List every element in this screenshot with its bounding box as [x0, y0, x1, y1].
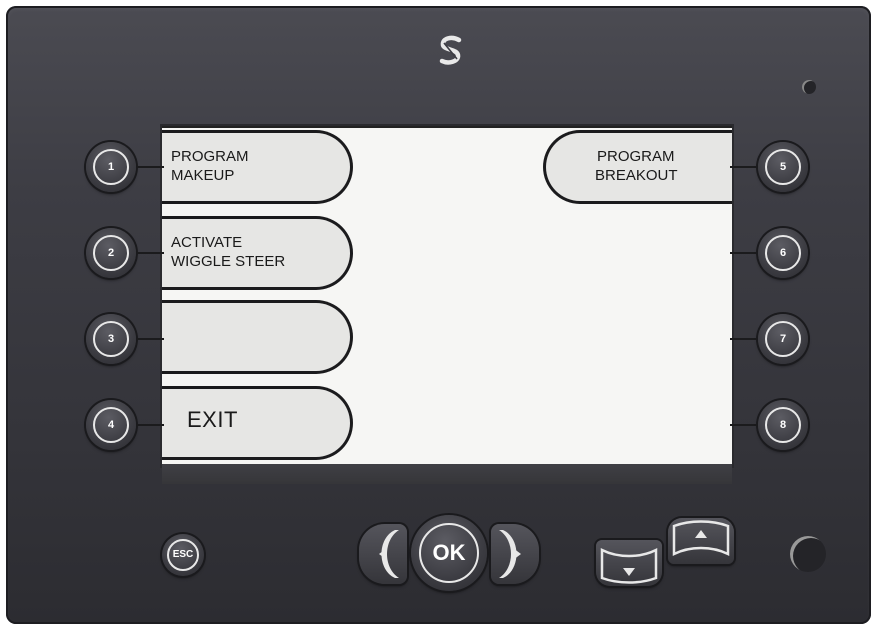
mounting-hole — [790, 536, 826, 572]
button-number: 7 — [765, 321, 801, 357]
softkey-1-program-makeup[interactable]: PROGRAM MAKEUP — [162, 130, 353, 204]
right-arrow-icon — [499, 530, 521, 578]
softkey-4-exit[interactable]: EXIT — [162, 386, 353, 460]
softkey-label-line1: EXIT — [187, 407, 238, 432]
leader-line-1 — [136, 166, 164, 168]
leader-line-7 — [730, 338, 758, 340]
esc-label: ESC — [167, 539, 199, 571]
button-number: 8 — [765, 407, 801, 443]
indicator-hole — [802, 80, 816, 94]
brand-s-logo-icon — [439, 35, 462, 65]
leader-line-8 — [730, 424, 758, 426]
button-number: 3 — [93, 321, 129, 357]
screen-bottom-bar — [162, 464, 732, 484]
left-arrow-button[interactable] — [359, 524, 407, 584]
up-arrow-icon — [672, 520, 730, 557]
button-number: 5 — [765, 149, 801, 185]
button-number: 1 — [93, 149, 129, 185]
down-arrow-icon — [600, 547, 658, 584]
softkey-button-2[interactable]: 2 — [86, 228, 136, 278]
softkey-button-7[interactable]: 7 — [758, 314, 808, 364]
right-arrow-button[interactable] — [491, 524, 539, 584]
leader-line-5 — [730, 166, 758, 168]
softkey-button-4[interactable]: 4 — [86, 400, 136, 450]
up-arrow-button[interactable] — [668, 518, 734, 564]
down-arrow-button[interactable] — [596, 540, 662, 586]
softkey-label-line2: MAKEUP — [171, 167, 235, 184]
softkey-button-5[interactable]: 5 — [758, 142, 808, 192]
left-arrow-icon — [379, 530, 399, 578]
softkey-label-line1: PROGRAM — [171, 148, 249, 165]
button-number: 4 — [93, 407, 129, 443]
softkey-label-line1: ACTIVATE — [171, 234, 243, 251]
esc-button[interactable]: ESC — [162, 534, 204, 576]
softkey-5-program-breakout[interactable]: PROGRAM BREAKOUT — [543, 130, 732, 204]
softkey-button-1[interactable]: 1 — [86, 142, 136, 192]
softkey-label-line1: PROGRAM — [597, 148, 675, 165]
leader-line-3 — [136, 338, 164, 340]
button-number: 6 — [765, 235, 801, 271]
softkey-button-6[interactable]: 6 — [758, 228, 808, 278]
leader-line-6 — [730, 252, 758, 254]
softkey-3-empty[interactable] — [162, 300, 353, 374]
ok-button[interactable]: OK — [411, 515, 487, 591]
leader-line-4 — [136, 424, 164, 426]
button-number: 2 — [93, 235, 129, 271]
leader-line-2 — [136, 252, 164, 254]
softkey-label-line2: BREAKOUT — [595, 167, 678, 184]
ok-label: OK — [419, 523, 479, 583]
softkey-button-8[interactable]: 8 — [758, 400, 808, 450]
softkey-button-3[interactable]: 3 — [86, 314, 136, 364]
softkey-2-activate-wiggle-steer[interactable]: ACTIVATE WIGGLE STEER — [162, 216, 353, 290]
softkey-label-line2: WIGGLE STEER — [171, 253, 286, 270]
